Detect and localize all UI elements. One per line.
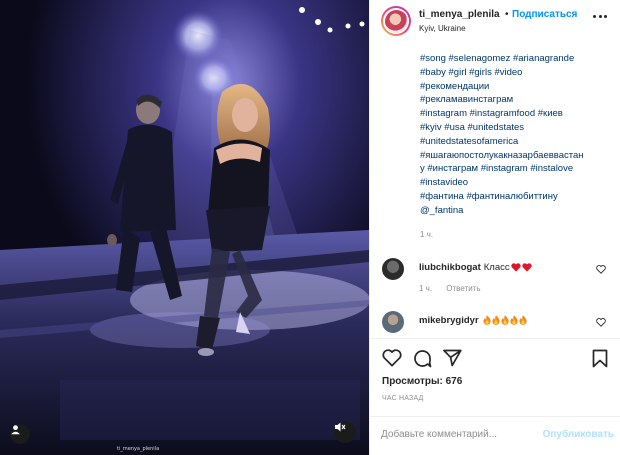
comment-text: mikebrygidyr (419, 315, 527, 326)
mention-link[interactable]: @_fantina (420, 204, 615, 218)
post-actions (370, 338, 620, 378)
hashtag-line[interactable]: #яшагаюпостолукакназарбаеввастан (420, 149, 615, 163)
post-sidebar: ti_menya_plenila • Подписаться Kyiv, Ukr… (369, 0, 620, 455)
red-heart-emoji-icon (521, 263, 532, 272)
hashtag-line[interactable]: #рекомендации (420, 80, 615, 94)
post-caption-hashtags: #song #selenagomez #arianagrande #baby #… (420, 52, 615, 218)
commenter-avatar[interactable] (382, 311, 404, 333)
comment-meta: 1 ч. Ответить (419, 284, 493, 293)
views-count[interactable]: Просмотры: 676 (382, 376, 462, 387)
user-tag-button[interactable] (10, 424, 30, 444)
video-frame (0, 0, 369, 455)
commenter-avatar[interactable] (382, 258, 404, 280)
author-avatar[interactable] (381, 6, 411, 36)
fire-emoji-icon (483, 315, 491, 326)
hashtag-line[interactable]: #instavideo (420, 176, 615, 190)
comment-time: 1 ч. (419, 284, 433, 293)
like-icon[interactable] (382, 349, 402, 367)
post-modal: ti_menya_plenila ti_menya_plenila • Подп… (0, 0, 620, 455)
posted-time: ЧАС НАЗАД (382, 395, 424, 402)
caption-time: 1 ч. (420, 230, 434, 239)
hashtag-line[interactable]: #song #selenagomez #arianagrande (420, 52, 615, 66)
heart-small-icon[interactable] (596, 318, 606, 327)
hashtag-line[interactable]: #kyiv #usa #unitedstates (420, 121, 615, 135)
post-location[interactable]: Kyiv, Ukraine (419, 24, 466, 33)
comment-item: liubchikbogat Класс 1 ч. Ответить (382, 258, 618, 294)
save-icon[interactable] (592, 349, 608, 368)
fire-emoji-icon (519, 315, 527, 326)
publish-button[interactable]: Опубликовать (543, 429, 614, 440)
comment-icon[interactable] (413, 349, 432, 368)
comment-username[interactable]: liubchikbogat (419, 262, 481, 273)
post-video[interactable]: ti_menya_plenila (0, 0, 369, 455)
hashtag-line[interactable]: #рекламавинстаграм (420, 93, 615, 107)
hashtag-line[interactable]: у #инстаграм #instagram #instalove (420, 162, 615, 176)
red-heart-emoji-icon (510, 263, 521, 272)
header-separator: • (505, 9, 509, 20)
comment-username[interactable]: mikebrygidyr (419, 315, 479, 326)
hashtag-line[interactable]: #instagram #instagramfood #киев (420, 107, 615, 121)
comment-composer: Опубликовать (370, 416, 620, 455)
hashtag-line[interactable]: #baby #girl #girls #video (420, 66, 615, 80)
comment-item: mikebrygidyr (382, 311, 618, 335)
user-tag-icon (11, 425, 20, 435)
comment-input[interactable] (381, 429, 531, 440)
hashtag-line[interactable]: #фантина #фантиналюбиттину (420, 190, 615, 204)
comment-text: liubchikbogat Класс (419, 262, 532, 273)
mute-button[interactable] (334, 421, 356, 443)
fire-emoji-icon (510, 315, 518, 326)
follow-button[interactable]: Подписаться (512, 9, 577, 20)
post-header: ti_menya_plenila • Подписаться Kyiv, Ukr… (370, 0, 620, 42)
share-icon[interactable] (443, 349, 462, 367)
more-options-icon[interactable] (593, 15, 607, 19)
mute-icon (335, 422, 346, 432)
comment-body: Класс (483, 262, 510, 273)
video-watermark: ti_menya_plenila (117, 446, 160, 452)
author-username[interactable]: ti_menya_plenila (419, 9, 500, 20)
fire-emoji-icon (501, 315, 509, 326)
fire-emoji-icon (492, 315, 500, 326)
reply-button[interactable]: Ответить (446, 284, 480, 293)
heart-small-icon[interactable] (596, 265, 606, 274)
hashtag-line[interactable]: #unitedstatesofamerica (420, 135, 615, 149)
